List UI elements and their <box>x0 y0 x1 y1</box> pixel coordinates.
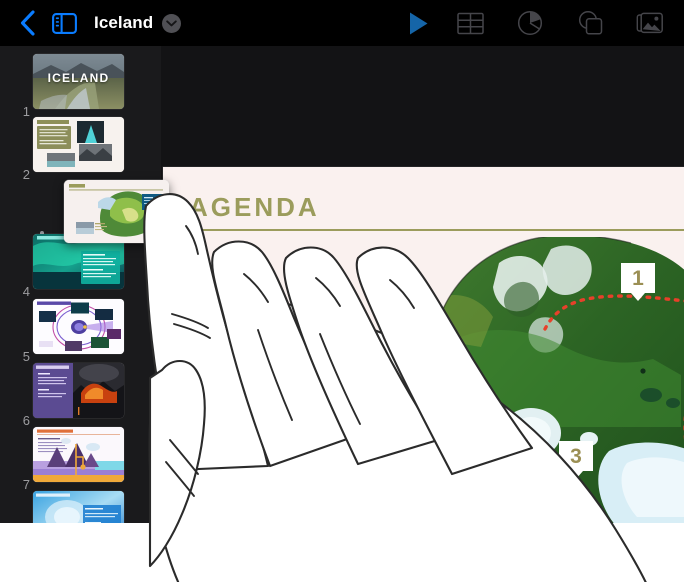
slide-nav-item-2[interactable]: 2 <box>0 117 161 182</box>
toolbar-right-group <box>440 0 680 46</box>
app-window: Iceland ICELAND 1 2 4 5 6 7 AGENDA 1 3 <box>0 0 684 523</box>
slide-nav-item-8[interactable]: 8 <box>0 491 161 523</box>
toolbar-left-group: Iceland <box>0 6 182 40</box>
current-slide[interactable]: AGENDA 1 3 <box>163 167 684 523</box>
table-button[interactable] <box>440 0 500 46</box>
slide-nav-item-4[interactable]: 4 <box>0 234 161 299</box>
slide-number: 2 <box>22 167 30 182</box>
map-pin-box: 3 <box>559 441 593 471</box>
map-pin-1[interactable]: 1 <box>621 263 655 301</box>
slide-thumbnail[interactable] <box>33 363 124 418</box>
slide-thumbnail[interactable]: ICELAND <box>33 54 124 109</box>
slide-number: 7 <box>22 477 30 492</box>
toolbar: Iceland <box>0 0 684 46</box>
map-pin-box: 1 <box>621 263 655 293</box>
chart-button[interactable] <box>500 0 560 46</box>
slide-thumbnail[interactable] <box>33 491 124 523</box>
document-title-menu-button[interactable] <box>162 13 182 33</box>
sidebar-toggle-icon[interactable] <box>44 6 84 40</box>
slide-nav-item-7[interactable]: 7 <box>0 427 161 492</box>
slide-title-rule <box>189 229 684 231</box>
slide-thumbnail[interactable] <box>33 427 124 482</box>
dragged-slide-thumbnail[interactable] <box>64 180 169 243</box>
slide-number: 4 <box>22 284 30 299</box>
slide-navigator[interactable]: ICELAND 1 2 4 5 6 7 <box>0 46 161 523</box>
thumbnail-title: ICELAND <box>47 71 110 85</box>
slide-nav-item-6[interactable]: 6 <box>0 363 161 428</box>
play-button[interactable] <box>398 0 438 46</box>
iceland-satellite-map[interactable]: 1 3 <box>441 237 684 523</box>
slide-number: 6 <box>22 413 30 428</box>
slide-title: AGENDA <box>189 192 320 222</box>
slide-thumbnail[interactable] <box>33 299 124 354</box>
map-pin-tail <box>631 293 645 301</box>
media-button[interactable] <box>620 0 680 46</box>
map-pin-tail <box>569 471 583 479</box>
page-background <box>0 523 684 582</box>
slide-canvas[interactable]: AGENDA 1 3 <box>161 46 684 523</box>
map-pin-label: 1 <box>632 266 644 290</box>
shape-button[interactable] <box>560 0 620 46</box>
slide-number: 5 <box>22 349 30 364</box>
slide-nav-item-1[interactable]: ICELAND 1 <box>0 54 161 119</box>
slide-thumbnail[interactable] <box>33 117 124 172</box>
map-pin-label: 3 <box>570 444 582 468</box>
back-chevron-icon[interactable] <box>10 6 44 40</box>
map-pin-3[interactable]: 3 <box>559 441 593 479</box>
slide-nav-item-5[interactable]: 5 <box>0 299 161 364</box>
document-title: Iceland <box>94 13 154 32</box>
